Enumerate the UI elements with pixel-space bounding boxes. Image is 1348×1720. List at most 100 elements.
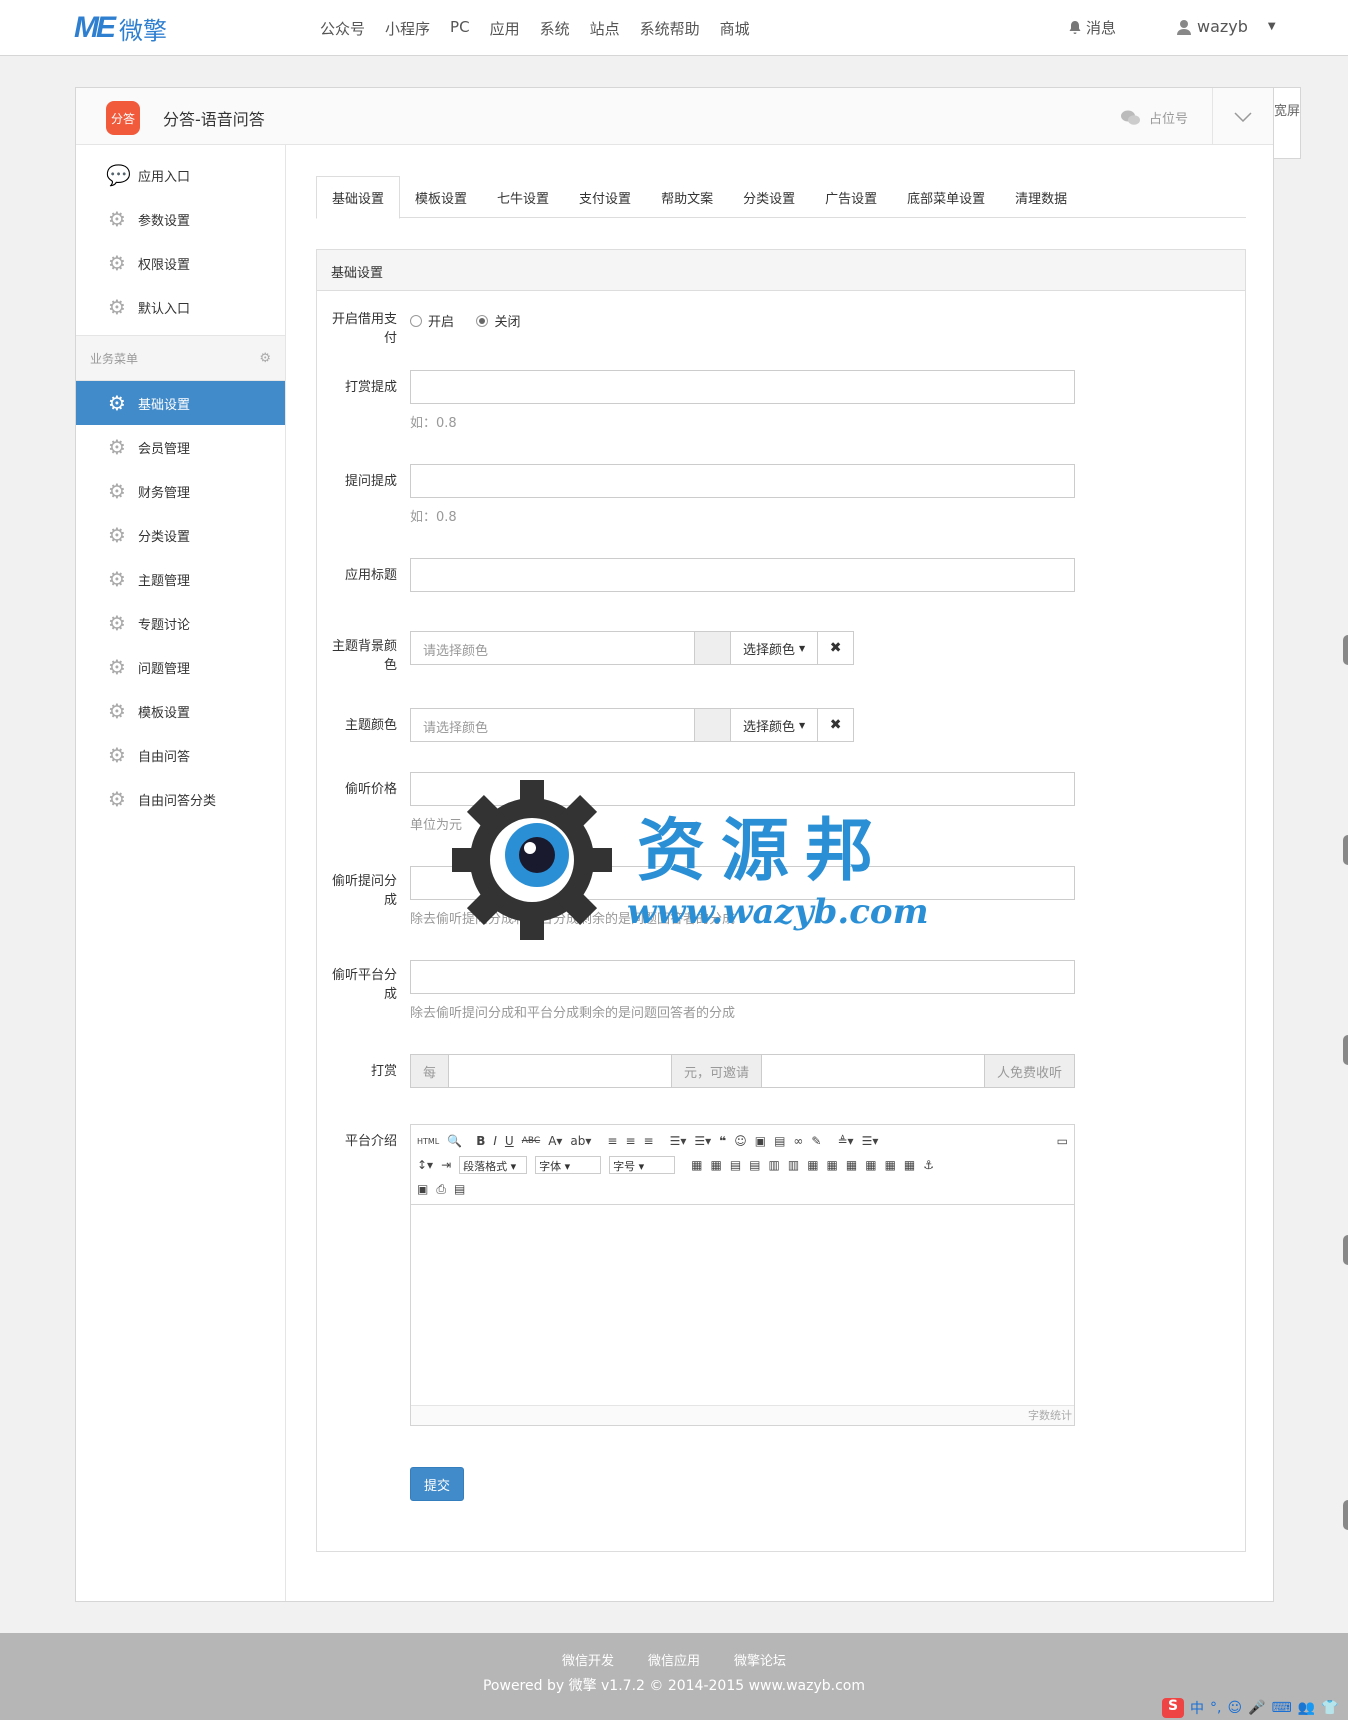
paste-icon[interactable]: ▤ [454, 1182, 465, 1196]
reward-invite-input[interactable] [761, 1055, 985, 1087]
preview-icon[interactable]: 🔍 [447, 1134, 462, 1148]
ime-mode[interactable]: 中 [1190, 1698, 1204, 1718]
tab-bottom-menu[interactable]: 底部菜单设置 [892, 176, 1000, 218]
logo[interactable]: ME 微擎 [74, 11, 167, 45]
close-icon[interactable]: ✖ [818, 631, 855, 665]
question-commission-input[interactable] [410, 464, 1075, 498]
emoji-icon[interactable]: ☺ [1227, 1700, 1242, 1716]
align-center-icon[interactable]: ≡ [625, 1134, 635, 1148]
tab-category[interactable]: 分类设置 [728, 176, 810, 218]
nav-item-gzh[interactable]: 公众号 [320, 18, 365, 39]
credit-pay-on-radio[interactable]: 开启 [410, 311, 454, 330]
footer-link-wechat-apps[interactable]: 微信应用 [648, 1650, 700, 1669]
delete-col-icon[interactable]: ▥ [788, 1158, 799, 1172]
ordered-list-icon[interactable]: ☰▾ [670, 1134, 687, 1148]
sidebar-item-templates[interactable]: ⚙ 模板设置 [76, 689, 285, 733]
merge-cells-icon[interactable]: ▦ [807, 1158, 818, 1172]
bold-icon[interactable]: B [476, 1134, 485, 1148]
users-icon[interactable]: 👥 [1298, 1700, 1315, 1716]
sidebar-item-finance[interactable]: ⚙ 财务管理 [76, 469, 285, 513]
sogou-icon[interactable]: S [1162, 1698, 1184, 1718]
credit-pay-off-radio[interactable]: 关闭 [476, 311, 520, 330]
theme-bg-color-input[interactable]: 请选择颜色 [410, 631, 695, 665]
select-color-button[interactable]: 选择颜色 ▼ [731, 708, 819, 742]
insert-col-icon[interactable]: ▥ [769, 1158, 780, 1172]
font-color-icon[interactable]: A▾ [548, 1134, 562, 1148]
theme-color-input[interactable]: 请选择颜色 [410, 708, 695, 742]
highlight-icon[interactable]: ab▾ [570, 1134, 591, 1148]
line-height-icon[interactable]: ≜▾ [837, 1134, 853, 1148]
tab-basic[interactable]: 基础设置 [316, 176, 401, 219]
sidebar-item-app-entry[interactable]: 💬 应用入口 [76, 153, 285, 197]
nav-item-site[interactable]: 站点 [590, 18, 620, 39]
tab-template[interactable]: 模板设置 [400, 176, 482, 218]
listen-question-share-input[interactable] [410, 866, 1075, 900]
select-color-button[interactable]: 选择颜色 ▼ [731, 631, 819, 665]
reward-amount-input[interactable] [448, 1055, 672, 1087]
quote-icon[interactable]: ❝ [719, 1134, 726, 1148]
align-left-icon[interactable]: ≡ [607, 1134, 617, 1148]
sidebar-item-category[interactable]: ⚙ 分类设置 [76, 513, 285, 557]
align-right-icon[interactable]: ≡ [644, 1134, 654, 1148]
tab-ads[interactable]: 广告设置 [810, 176, 892, 218]
table-split-icon[interactable]: ▦ [885, 1158, 896, 1172]
sidebar-item-permissions[interactable]: ⚙ 权限设置 [76, 241, 285, 285]
submit-button[interactable]: 提交 [410, 1467, 464, 1501]
eraser-icon[interactable]: ✎ [811, 1134, 821, 1148]
tab-qiniu[interactable]: 七牛设置 [482, 176, 564, 218]
html-source-icon[interactable]: HTML [417, 1137, 439, 1146]
punctuation-icon[interactable]: °, [1210, 1700, 1221, 1716]
nav-item-help[interactable]: 系统帮助 [640, 18, 700, 39]
footer-link-wechat-dev[interactable]: 微信开发 [562, 1650, 614, 1669]
emoticon-icon[interactable]: ☺ [734, 1134, 747, 1148]
template-icon[interactable]: ▣ [417, 1182, 428, 1196]
strikethrough-icon[interactable]: ABC [522, 1136, 540, 1146]
listen-price-input[interactable] [410, 772, 1075, 806]
anchor-icon[interactable]: ⚓ [923, 1158, 934, 1172]
sidebar-item-members[interactable]: ⚙ 会员管理 [76, 425, 285, 469]
font-size-select[interactable]: 字号 ▾ [609, 1156, 676, 1174]
microphone-icon[interactable]: 🎤 [1248, 1700, 1265, 1716]
nav-item-store[interactable]: 商城 [720, 18, 750, 39]
paragraph-spacing-icon[interactable]: ☰▾ [862, 1134, 879, 1148]
font-family-select[interactable]: 字体 ▾ [535, 1156, 602, 1174]
user-menu[interactable]: wazyb ▼ [1177, 17, 1276, 36]
keyboard-icon[interactable]: ⌨ [1272, 1700, 1292, 1716]
italic-icon[interactable]: I [493, 1134, 497, 1148]
sidebar-item-free-qa-category[interactable]: ⚙ 自由问答分类 [76, 777, 285, 821]
sidebar-item-topics[interactable]: ⚙ 主题管理 [76, 557, 285, 601]
sidebar-item-free-qa[interactable]: ⚙ 自由问答 [76, 733, 285, 777]
underline-icon[interactable]: U [505, 1134, 514, 1148]
sidebar-item-params[interactable]: ⚙ 参数设置 [76, 197, 285, 241]
table-icon[interactable]: ▦ [691, 1158, 702, 1172]
sidebar-item-discussions[interactable]: ⚙ 专题讨论 [76, 601, 285, 645]
editor-body[interactable] [411, 1205, 1074, 1405]
app-title-input[interactable] [410, 558, 1075, 592]
tab-clear-data[interactable]: 清理数据 [1000, 176, 1082, 218]
split-cells-icon[interactable]: ▦ [827, 1158, 838, 1172]
image-icon[interactable]: ▣ [755, 1134, 766, 1148]
delete-row-icon[interactable]: ▤ [749, 1158, 760, 1172]
video-icon[interactable]: ▤ [774, 1134, 785, 1148]
gear-icon[interactable]: ⚙ [259, 351, 271, 366]
close-icon[interactable]: ✖ [818, 708, 855, 742]
sidebar-item-default-entry[interactable]: ⚙ 默认入口 [76, 285, 285, 329]
table-props-icon[interactable]: ▦ [846, 1158, 857, 1172]
nav-item-pc[interactable]: PC [450, 18, 470, 39]
fullscreen-icon[interactable]: ▭ [1057, 1134, 1068, 1148]
sidebar-item-basic-settings[interactable]: ⚙ 基础设置 [76, 381, 285, 425]
table-insert-icon[interactable]: ▦ [710, 1158, 721, 1172]
nav-item-system[interactable]: 系统 [540, 18, 570, 39]
unordered-list-icon[interactable]: ☰▾ [694, 1134, 711, 1148]
reward-commission-input[interactable] [410, 370, 1075, 404]
wide-screen-toggle[interactable]: 宽屏 [1274, 87, 1301, 159]
nav-item-mini[interactable]: 小程序 [385, 18, 430, 39]
footer-link-forum[interactable]: 微擎论坛 [734, 1650, 786, 1669]
listen-platform-share-input[interactable] [410, 960, 1075, 994]
chevron-down-icon[interactable] [1212, 88, 1273, 145]
nav-item-app[interactable]: 应用 [490, 18, 520, 39]
print-icon[interactable]: ⎙ [436, 1182, 446, 1197]
cell-props-icon[interactable]: ▦ [865, 1158, 876, 1172]
row-spacing-icon[interactable]: ↕▾ [417, 1158, 433, 1172]
sidebar-item-questions[interactable]: ⚙ 问题管理 [76, 645, 285, 689]
